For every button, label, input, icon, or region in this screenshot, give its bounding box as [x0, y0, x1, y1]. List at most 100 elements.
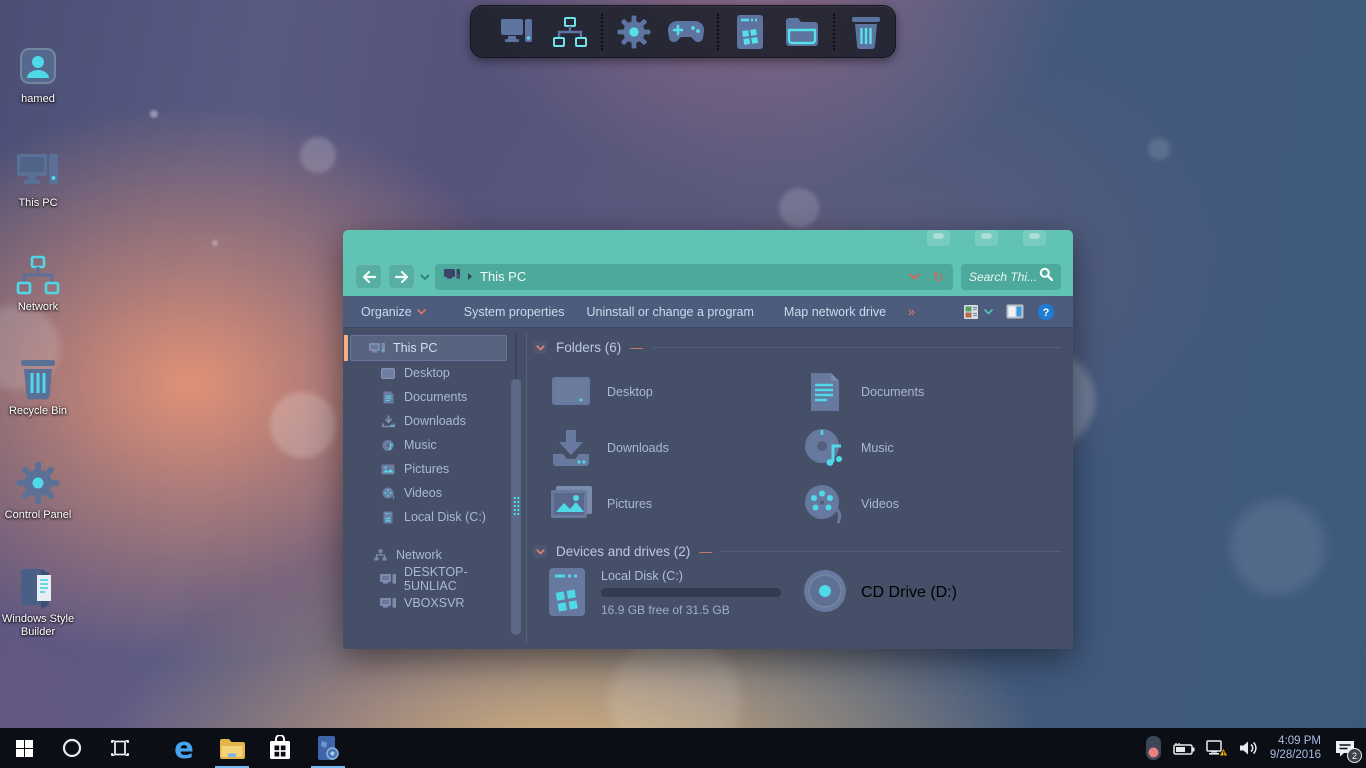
desktop-icon-control-panel[interactable]: Control Panel — [0, 460, 76, 522]
help-button[interactable]: ? — [1037, 303, 1055, 321]
titlebar[interactable]: This PC ↻ Search Thi... — [343, 230, 1073, 296]
settings-gear-icon[interactable] — [615, 13, 653, 51]
power-battery-icon[interactable] — [1173, 741, 1195, 755]
style-builder-icon — [15, 564, 61, 610]
start-button[interactable] — [0, 728, 48, 768]
file-explorer-button[interactable] — [208, 728, 256, 768]
sidebar-item-pictures[interactable]: Pictures — [350, 457, 507, 481]
sidebar-item-documents[interactable]: Documents — [350, 385, 507, 409]
scrollbar-grip-dots — [513, 496, 520, 516]
edge-icon: e — [174, 734, 194, 763]
network-icon[interactable] — [551, 13, 589, 51]
tile-label: Documents — [861, 385, 924, 399]
store-button[interactable] — [256, 728, 304, 768]
preview-pane-button[interactable] — [1006, 304, 1024, 319]
organize-menu[interactable]: Organize — [361, 305, 426, 319]
folder-tile-pictures[interactable]: Pictures — [528, 476, 782, 532]
task-view-button[interactable] — [96, 728, 144, 768]
search-icon[interactable] — [1039, 267, 1053, 286]
bokeh-circle — [1230, 500, 1325, 595]
tray-app-icon[interactable] — [1145, 735, 1162, 761]
desktop-icon-network[interactable]: Network — [0, 252, 76, 314]
uninstall-program-button[interactable]: Uninstall or change a program — [586, 305, 753, 319]
drive-tile-cd[interactable]: CD Drive (D:) — [782, 567, 1036, 619]
launcher-dock — [470, 5, 896, 58]
user-icon — [15, 44, 61, 90]
style-builder-button[interactable] — [304, 728, 352, 768]
maximize-button[interactable] — [975, 230, 998, 246]
sidebar-item-local-disk[interactable]: Local Disk (C:) — [350, 505, 507, 529]
preview-pane-icon — [1006, 304, 1024, 319]
folder-tile-music[interactable]: Music — [782, 420, 1036, 476]
forward-button[interactable] — [388, 264, 415, 289]
desktop-icon-recycle-bin[interactable]: Recycle Bin — [0, 356, 76, 418]
cortana-button[interactable] — [48, 728, 96, 768]
store-icon — [268, 735, 292, 761]
collapse-chevron-icon[interactable] — [533, 341, 547, 354]
sidebar-item-desktop-5unliac[interactable]: DESKTOP-5UNLIAC — [350, 567, 507, 591]
sidebar-item-network[interactable]: Network — [350, 543, 507, 567]
view-dropdown-icon — [984, 309, 993, 315]
change-view-button[interactable] — [963, 304, 993, 320]
recycle-bin-icon — [15, 356, 61, 402]
dock-group-tools — [603, 13, 717, 51]
cd-drive-tile-icon — [802, 568, 848, 619]
desktop-icon-this-pc[interactable]: This PC — [0, 148, 76, 210]
action-center-button[interactable]: 2 — [1332, 735, 1358, 761]
folder-icon[interactable] — [783, 13, 821, 51]
taskbar-clock[interactable]: 4:09 PM 9/28/2016 — [1270, 734, 1321, 762]
address-bar[interactable]: This PC ↻ — [435, 264, 953, 290]
folder-tile-downloads[interactable]: Downloads — [528, 420, 782, 476]
gamepad-icon[interactable] — [667, 13, 705, 51]
search-placeholder: Search Thi... — [969, 270, 1039, 284]
toolbar-overflow-button[interactable]: » — [908, 305, 915, 319]
sidebar-label: Documents — [404, 390, 467, 404]
start-windows-icon — [16, 740, 33, 757]
sidebar-item-desktop[interactable]: Desktop — [350, 361, 507, 385]
bokeh-circle — [212, 240, 218, 246]
folder-tile-videos[interactable]: Videos — [782, 476, 1036, 532]
desktop-icon-style-builder[interactable]: Windows Style Builder — [0, 564, 76, 639]
command-toolbar: Organize System properties Uninstall or … — [343, 296, 1073, 328]
breadcrumb-location[interactable]: This PC — [480, 269, 526, 284]
sidebar-label: Desktop — [404, 366, 450, 380]
volume-icon[interactable] — [1239, 740, 1259, 756]
network-status-icon[interactable] — [1206, 740, 1228, 757]
sidebar-item-this-pc[interactable]: This PC — [350, 335, 507, 361]
dock-group-system — [487, 13, 601, 51]
sidebar-item-videos[interactable]: Videos — [350, 481, 507, 505]
map-network-drive-button[interactable]: Map network drive — [784, 305, 886, 319]
search-input[interactable]: Search Thi... — [961, 264, 1061, 290]
scrollbar-thumb[interactable] — [511, 379, 521, 635]
capacity-text: 16.9 GB free of 31.5 GB — [601, 603, 781, 617]
folder-tile-desktop[interactable]: Desktop — [528, 364, 782, 420]
sidebar-label: Pictures — [404, 462, 449, 476]
downloads-tile-icon — [548, 424, 594, 472]
sidebar-scrollbar[interactable] — [510, 333, 522, 643]
sidebar-item-music[interactable]: Music — [350, 433, 507, 457]
address-row: This PC ↻ Search Thi... — [355, 263, 1061, 290]
close-button[interactable] — [1023, 230, 1046, 246]
tile-label: Pictures — [607, 497, 652, 511]
address-dropdown-chevron-icon[interactable] — [909, 268, 920, 286]
minimize-button[interactable] — [927, 230, 950, 246]
installer-icon[interactable] — [731, 13, 769, 51]
sidebar-item-downloads[interactable]: Downloads — [350, 409, 507, 433]
location-pc-icon — [444, 268, 460, 286]
refresh-icon[interactable]: ↻ — [932, 270, 944, 284]
drive-tile-local-disk[interactable]: Local Disk (C:) 16.9 GB free of 31.5 GB — [528, 567, 782, 619]
computer-icon[interactable] — [499, 13, 537, 51]
devices-grid: Local Disk (C:) 16.9 GB free of 31.5 GB … — [528, 559, 1061, 619]
sidebar-label: DESKTOP-5UNLIAC — [404, 565, 507, 593]
sidebar-item-vboxsvr[interactable]: VBOXSVR — [350, 591, 507, 615]
folder-tile-documents[interactable]: Documents — [782, 364, 1036, 420]
desktop-icon-user[interactable]: hamed — [0, 44, 76, 106]
collapse-chevron-icon[interactable] — [533, 545, 547, 558]
edge-button[interactable]: e — [160, 728, 208, 768]
trash-icon[interactable] — [847, 13, 885, 51]
recent-locations-chevron-icon[interactable] — [420, 268, 430, 286]
music-tile-icon — [802, 424, 848, 472]
section-rule — [721, 551, 1061, 552]
system-properties-button[interactable]: System properties — [464, 305, 565, 319]
back-button[interactable] — [355, 264, 382, 289]
